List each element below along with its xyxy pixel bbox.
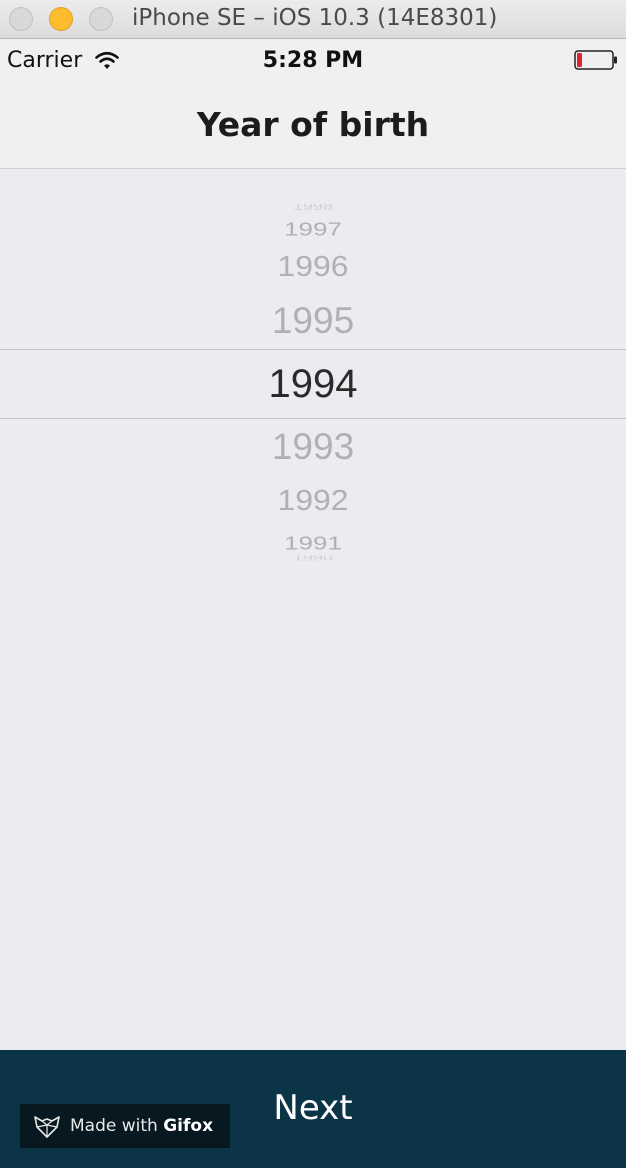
- battery-icon: [574, 50, 617, 70]
- picker-row-1997[interactable]: 1997: [0, 219, 626, 241]
- picker-row-1995[interactable]: 1995: [0, 300, 626, 342]
- watermark-prefix: Made with: [70, 1116, 164, 1136]
- bottom-bar: Made with Gifox Next: [0, 1050, 626, 1168]
- picker-row-1990[interactable]: 1990: [0, 556, 626, 561]
- picker-selection-bottom-line: [0, 418, 626, 419]
- status-bar: Carrier 5:28 PM: [0, 39, 626, 81]
- page-title: Year of birth: [196, 105, 430, 144]
- picker-row-1992[interactable]: 1992: [0, 484, 626, 517]
- watermark-text: Made with Gifox: [70, 1116, 213, 1136]
- picker-selected-row[interactable]: 1994: [0, 362, 626, 407]
- next-button[interactable]: Next: [200, 1088, 426, 1138]
- window-close-button[interactable]: [9, 7, 33, 31]
- picker-row-1991[interactable]: 1991: [0, 533, 626, 555]
- window-title: iPhone SE – iOS 10.3 (14E8301): [132, 5, 498, 31]
- picker-row-1993[interactable]: 1993: [0, 426, 626, 468]
- navigation-bar: Year of birth: [0, 81, 626, 169]
- picker-row-1998[interactable]: 1998: [0, 204, 626, 210]
- year-picker[interactable]: 1998 1997 1996 1995 1994 1993 1992 1991 …: [0, 170, 626, 570]
- picker-row-1996[interactable]: 1996: [0, 250, 626, 283]
- picker-selection-top-line: [0, 349, 626, 350]
- window-zoom-button[interactable]: [89, 7, 113, 31]
- fox-logo-icon: [34, 1116, 60, 1138]
- gifox-watermark: Made with Gifox: [20, 1104, 230, 1148]
- window-minimize-button[interactable]: [49, 7, 73, 31]
- simulator-title-bar: iPhone SE – iOS 10.3 (14E8301): [0, 0, 626, 39]
- status-time: 5:28 PM: [262, 48, 364, 73]
